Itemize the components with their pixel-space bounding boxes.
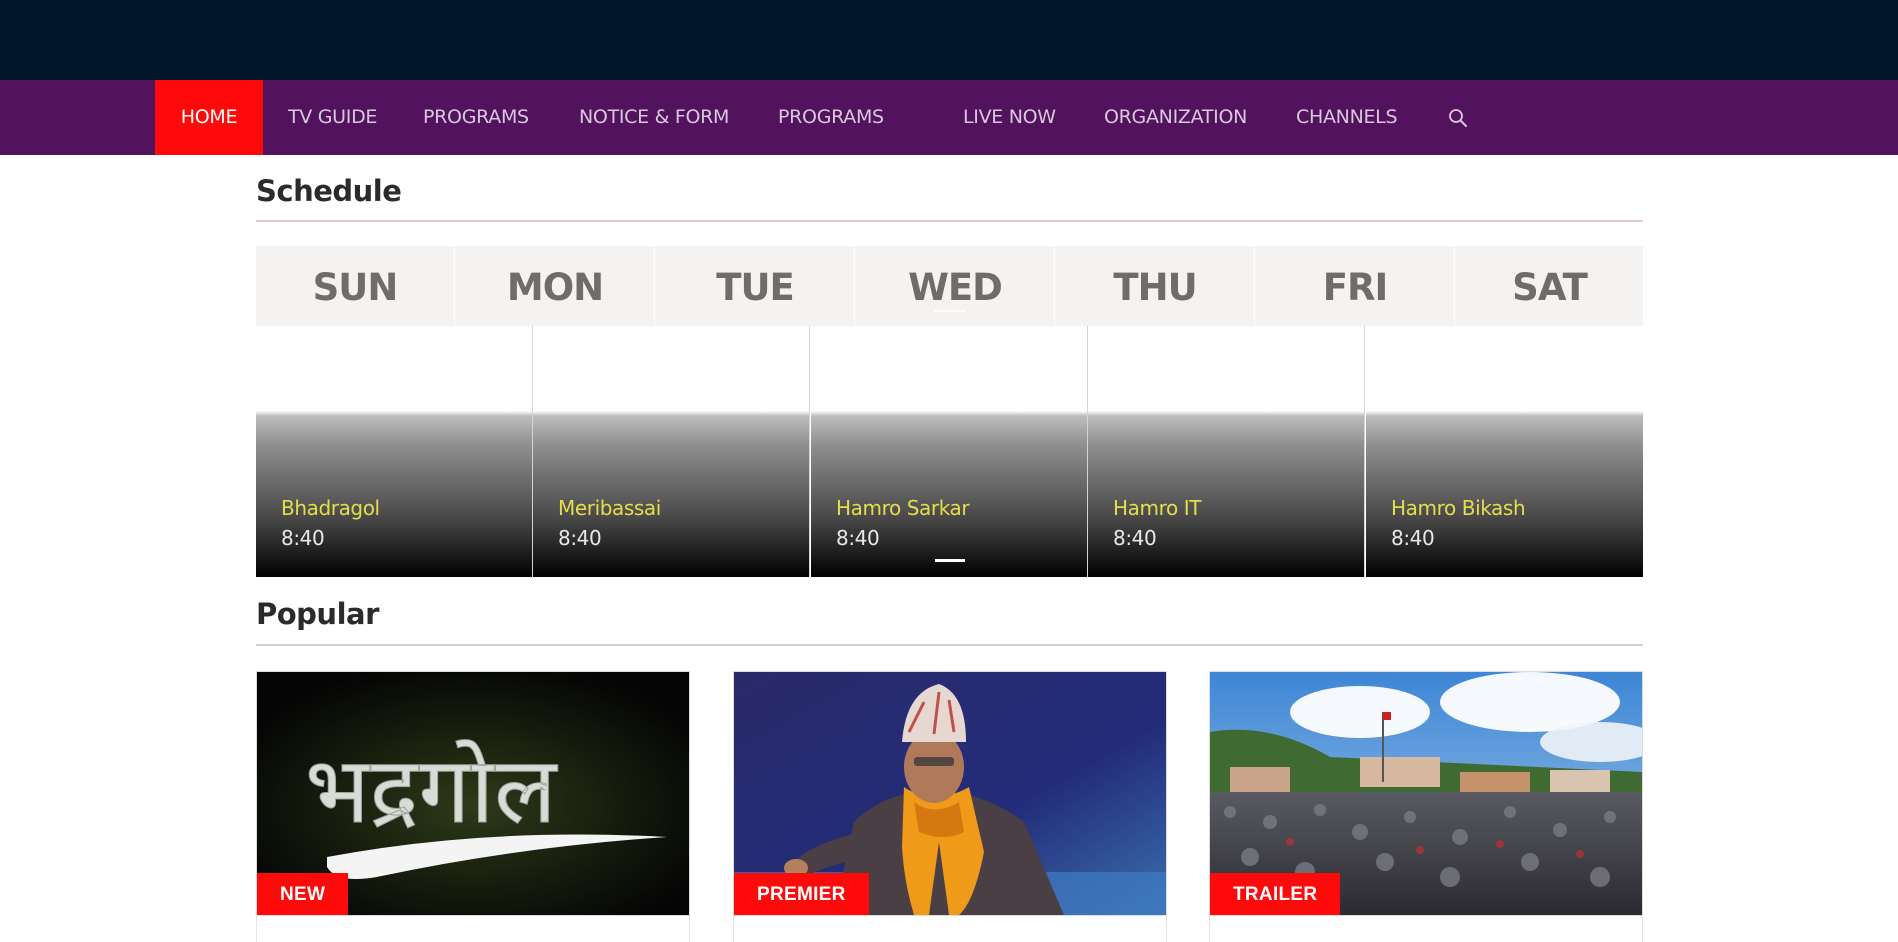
main-navigation: HOME TV GUIDE PROGRAMS NOTICE & FORM PRO… <box>0 80 1898 155</box>
show-card[interactable]: Bhadragol 8:40 <box>256 326 533 577</box>
nav-item-programs-2[interactable]: PROGRAMS <box>778 80 884 155</box>
nav-item-channels[interactable]: CHANNELS <box>1296 80 1398 155</box>
schedule-carousel: Bhadragol 8:40 Meribassai 8:40 Hamro Sar… <box>256 326 1643 577</box>
active-day-indicator <box>934 310 966 312</box>
schedule-day-tabs: SUN MON TUE WED THU FRI SAT <box>256 246 1643 326</box>
nav-item-tv-guide[interactable]: TV GUIDE <box>288 80 377 155</box>
show-title: Hamro IT <box>1113 496 1202 520</box>
show-title: Bhadragol <box>281 496 380 520</box>
popular-divider <box>256 644 1643 646</box>
badge-premier: PREMIER <box>734 873 869 915</box>
search-icon[interactable] <box>1447 107 1469 129</box>
day-tab-sat[interactable]: SAT <box>1456 246 1643 326</box>
show-card[interactable]: Hamro IT 8:40 <box>1088 326 1365 577</box>
show-time: 8:40 <box>1113 526 1157 550</box>
schedule-divider <box>256 220 1643 222</box>
nav-item-organization[interactable]: ORGANIZATION <box>1104 80 1247 155</box>
popular-card[interactable]: भद्रगोल NEW <box>256 671 690 916</box>
show-time: 8:40 <box>836 526 880 550</box>
show-time: 8:40 <box>281 526 325 550</box>
card-footer <box>256 916 690 942</box>
show-title: Meribassai <box>558 496 661 520</box>
day-tab-tue[interactable]: TUE <box>656 246 855 326</box>
carousel-indicator[interactable] <box>935 559 965 562</box>
day-tab-mon[interactable]: MON <box>456 246 655 326</box>
badge-new: NEW <box>257 873 349 915</box>
show-title: Hamro Bikash <box>1391 496 1526 520</box>
card-footer <box>1209 916 1643 942</box>
day-tab-sun[interactable]: SUN <box>256 246 455 326</box>
top-header-bar <box>0 0 1898 80</box>
badge-trailer: TRAILER <box>1210 873 1341 915</box>
popular-card[interactable]: PREMIER <box>733 671 1167 916</box>
nav-item-live-now[interactable]: LIVE NOW <box>963 80 1056 155</box>
day-tab-fri[interactable]: FRI <box>1256 246 1455 326</box>
nav-item-home[interactable]: HOME <box>155 80 263 155</box>
show-title: Hamro Sarkar <box>836 496 970 520</box>
show-card[interactable]: Hamro Bikash 8:40 <box>1366 326 1643 577</box>
logo-lettering: भद्रगोल <box>305 737 558 844</box>
show-time: 8:40 <box>558 526 602 550</box>
show-time: 8:40 <box>1391 526 1435 550</box>
popular-heading: Popular <box>256 597 379 631</box>
day-tab-thu[interactable]: THU <box>1056 246 1255 326</box>
nav-item-notice-form[interactable]: NOTICE & FORM <box>579 80 729 155</box>
popular-card[interactable]: TRAILER <box>1209 671 1643 916</box>
nav-item-programs[interactable]: PROGRAMS <box>423 80 529 155</box>
schedule-heading: Schedule <box>256 174 402 208</box>
day-tab-wed[interactable]: WED <box>856 246 1055 326</box>
show-card[interactable]: Meribassai 8:40 <box>533 326 810 577</box>
show-card[interactable]: Hamro Sarkar 8:40 <box>811 326 1088 577</box>
card-footer <box>733 916 1167 942</box>
